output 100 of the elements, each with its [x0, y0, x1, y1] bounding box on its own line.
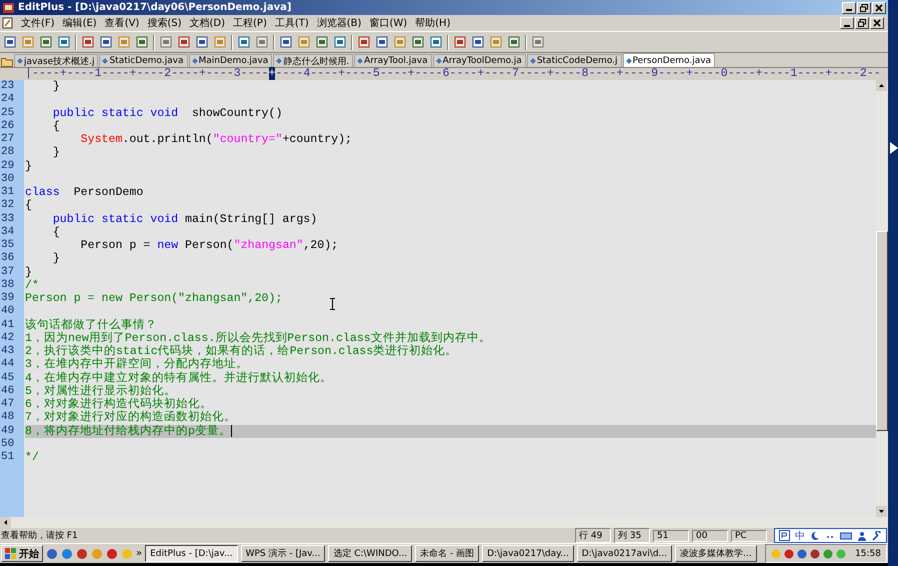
moon-icon[interactable]: [810, 530, 820, 540]
code-line: public static void main(String[] args): [52, 212, 318, 226]
minimize-button[interactable]: [840, 17, 854, 29]
scroll-up-icon[interactable]: [876, 80, 887, 91]
menu-item[interactable]: 工程(P): [233, 16, 267, 30]
code-line: 1，因为new用到了Person.class.所以会先找到Person.class文件并加载到内存中。: [25, 332, 491, 345]
line-number: 50: [0, 438, 16, 451]
ime-logo-icon[interactable]: [779, 530, 790, 541]
horizontal-scrollbar[interactable]: [0, 517, 888, 528]
minimize-icon: [844, 24, 850, 26]
window-title: EditPlus - [D:\java0217\day06\PersonDemo.java]: [18, 2, 292, 13]
menu-item[interactable]: 窗口(W): [369, 16, 408, 30]
status-help-text: 查看帮助，请按 F1: [1, 530, 79, 542]
menu-item[interactable]: 文件(F): [21, 16, 55, 30]
code-line: {: [52, 226, 60, 239]
line-number: 47: [0, 398, 16, 412]
file-tab[interactable]: ArrayToolDemo.ja: [432, 54, 526, 67]
line-number: 33: [0, 212, 16, 226]
line-number: 51: [0, 451, 16, 464]
code-line: }: [25, 160, 32, 173]
code-line: System.out.println("country="+country);: [80, 133, 352, 146]
status-panel: 列 35: [614, 528, 650, 543]
file-tab[interactable]: StaticCodeDemo.j: [526, 54, 622, 67]
code-line: 8，将内存地址付给栈内存中的p变量。: [25, 424, 231, 438]
menu-item[interactable]: 浏览器(B): [316, 16, 362, 30]
file-tab[interactable]: javase技术概述.j: [14, 54, 98, 67]
status-panel: 行 49: [575, 528, 611, 543]
status-panel: 00: [692, 530, 728, 542]
tray-icon[interactable]: [784, 548, 794, 558]
menu-item[interactable]: 工具(T): [274, 16, 309, 30]
column-ruler: |----+----1----+----2----+----3----+----4----+----5----+----6----+----7----+----8----+----9----+----0----+----1----+----2--: [25, 68, 881, 80]
line-number: 25: [0, 106, 16, 120]
line-number: 35: [0, 239, 16, 252]
menu-item[interactable]: 文档(D): [190, 16, 226, 30]
taskbar-button[interactable]: D:\java0217avi\d...: [576, 545, 672, 562]
line-number: 28: [0, 146, 16, 160]
line-number: 43: [0, 345, 16, 358]
vertical-scrollbar[interactable]: [876, 80, 888, 517]
play-icon[interactable]: [890, 142, 898, 154]
code-line: 6，对对象进行构造代码块初始化。: [25, 398, 212, 411]
code-line: */: [25, 451, 39, 464]
more-icon[interactable]: »: [136, 548, 142, 559]
scroll-left-icon[interactable]: [0, 517, 11, 528]
line-number: 40: [0, 305, 16, 318]
line-number: 49: [0, 424, 16, 438]
line-number: 46: [0, 384, 16, 398]
code-line: 2，执行该类中的static代码块，如果有的话，给Person.class类进行初始化。: [25, 345, 458, 358]
line-number: 24: [0, 93, 16, 106]
taskbar-button[interactable]: EditPlus - [D:\jav...: [145, 545, 238, 562]
menu-item[interactable]: 查看(V): [104, 16, 140, 30]
ime-mode-label[interactable]: 中: [795, 528, 805, 542]
line-number: 38: [0, 278, 16, 292]
code-line: Person p = new Person("zhangsan",20);: [80, 239, 338, 252]
taskbar-button[interactable]: 未命名 - 画图: [415, 545, 480, 562]
quick-launch-icon[interactable]: [61, 548, 73, 560]
menu-item[interactable]: 编辑(E): [62, 16, 97, 30]
line-number: 23: [0, 80, 16, 94]
taskbar-button[interactable]: D:\java0217\day...: [482, 545, 574, 562]
file-tab[interactable]: PersonDemo.java: [622, 53, 716, 67]
menu-item[interactable]: 帮助(H): [415, 16, 450, 30]
tray-icon[interactable]: [797, 548, 808, 558]
file-tab[interactable]: MainDemo.java: [188, 54, 272, 67]
close-button[interactable]: [870, 17, 884, 29]
status-panel: PC: [731, 530, 767, 542]
quick-launch-icon[interactable]: [106, 548, 118, 560]
code-line: }: [25, 266, 32, 279]
line-number: 44: [0, 358, 16, 372]
quick-launch-icon[interactable]: [46, 548, 58, 560]
line-number: 27: [0, 133, 16, 146]
text-cursor: [230, 425, 232, 438]
file-tab[interactable]: ArrayTool.java: [354, 54, 432, 67]
code-line: 7，对对象进行对应的构造函数初始化。: [25, 411, 236, 424]
restore-button[interactable]: [857, 2, 871, 14]
line-number: 26: [0, 120, 16, 133]
taskbar-button[interactable]: 凌波多媒体教学...: [675, 545, 757, 562]
line-number: 41: [0, 318, 16, 332]
code-line: Person p = new Person("zhangsan",20);: [25, 292, 282, 306]
restore-button[interactable]: [855, 17, 869, 29]
tray-icon[interactable]: [810, 548, 820, 558]
code-line: 5，对属性进行显示初始化。: [25, 384, 176, 398]
keyboard-icon[interactable]: [840, 530, 852, 540]
taskbar-button[interactable]: 选定 C:\WINDO...: [328, 545, 412, 562]
minimize-button[interactable]: [842, 2, 856, 14]
code-line: }: [52, 146, 60, 160]
taskbar-button[interactable]: WPS 演示 - [Jav...: [240, 545, 326, 562]
code-line: }: [52, 252, 60, 266]
line-number: 39: [0, 292, 16, 306]
start-button[interactable]: 开始: [1, 545, 43, 562]
user-icon[interactable]: [857, 530, 867, 540]
wrench-icon[interactable]: [872, 530, 882, 540]
line-number: 31: [0, 186, 16, 200]
scroll-down-icon[interactable]: [876, 506, 887, 517]
file-tab[interactable]: 静态什么时候用.: [273, 54, 354, 67]
quick-launch-icon[interactable]: [76, 548, 88, 560]
code-line: {: [52, 120, 60, 133]
code-line: 3，在堆内存中开辟空间，分配内存地址。: [25, 358, 248, 372]
menu-item[interactable]: 搜索(S): [147, 16, 182, 30]
file-tab[interactable]: StaticDemo.java: [99, 54, 188, 67]
line-number: 34: [0, 226, 16, 239]
close-button[interactable]: [872, 2, 886, 14]
